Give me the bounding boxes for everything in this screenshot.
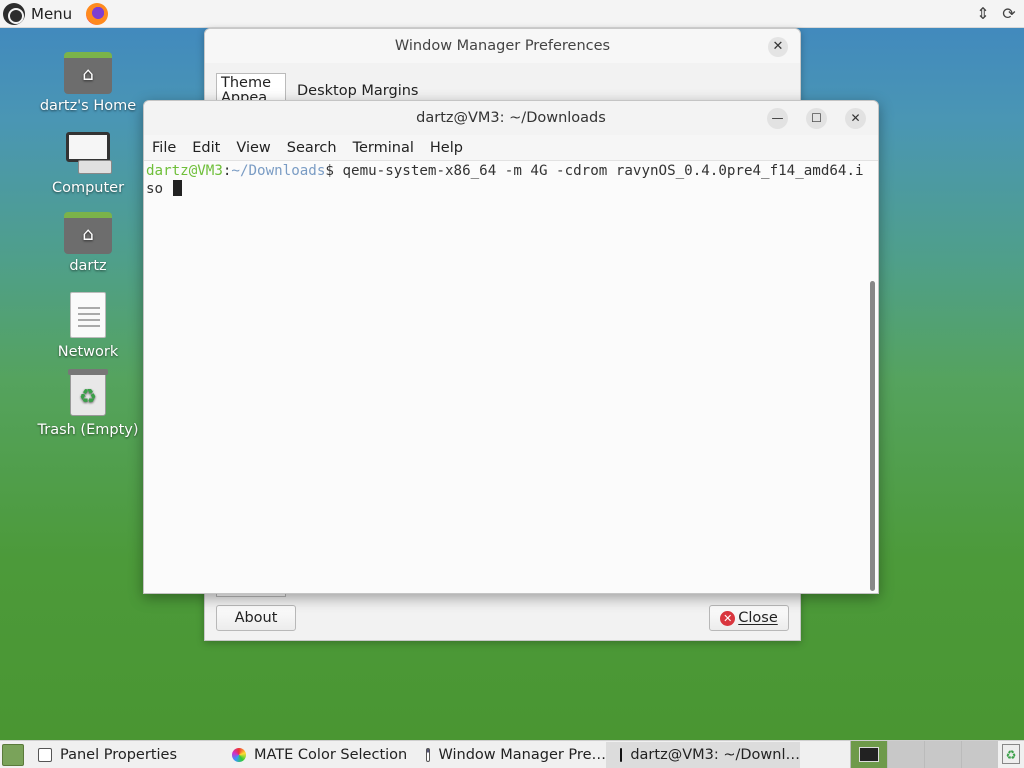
task-panel-properties[interactable]: Panel Properties bbox=[24, 742, 218, 768]
menu-button[interactable]: Menu bbox=[31, 5, 72, 23]
menu-terminal[interactable]: Terminal bbox=[353, 140, 414, 156]
color-selection-icon bbox=[232, 747, 246, 762]
trash-applet-icon[interactable]: ♻ bbox=[1002, 744, 1020, 764]
tab-desktop-margins[interactable]: Desktop Margins bbox=[297, 83, 419, 99]
update-icon[interactable]: ⟳ bbox=[1000, 4, 1018, 24]
task-label: MATE Color Selection bbox=[254, 746, 408, 763]
prompt-dollar: $ bbox=[325, 163, 343, 179]
workspace-switcher bbox=[850, 741, 998, 768]
home-folder-icon: ⌂ bbox=[64, 212, 112, 254]
terminal-menubar: File Edit View Search Terminal Help bbox=[144, 135, 878, 161]
terminal-window: dartz@VM3: ~/Downloads — ☐ ✕ File Edit V… bbox=[143, 100, 879, 594]
desktop-icon-computer[interactable]: Computer bbox=[28, 132, 148, 196]
firefox-icon[interactable] bbox=[86, 2, 109, 25]
prompt-path: ~/Downloads bbox=[231, 163, 326, 179]
workspace-1[interactable] bbox=[850, 741, 887, 768]
about-button[interactable]: About bbox=[216, 605, 296, 631]
tab-theme[interactable]: Theme Appea… bbox=[216, 73, 286, 103]
task-mate-color-selection[interactable]: MATE Color Selection bbox=[218, 742, 412, 768]
desktop-icon-dartz[interactable]: ⌂ dartz bbox=[28, 212, 148, 274]
menu-edit[interactable]: Edit bbox=[192, 140, 220, 156]
close-icon[interactable]: ✕ bbox=[845, 108, 866, 129]
menu-help[interactable]: Help bbox=[430, 140, 463, 156]
close-circle-icon: ✕ bbox=[720, 610, 736, 626]
desktop-icon-home[interactable]: ⌂ dartz's Home bbox=[28, 52, 148, 114]
mate-menu-icon[interactable] bbox=[3, 2, 25, 25]
task-label: Panel Properties bbox=[60, 746, 178, 763]
menu-view[interactable]: View bbox=[236, 140, 270, 156]
close-button-label: Close bbox=[738, 610, 778, 626]
desktop-icon-trash[interactable]: ♻ Trash (Empty) bbox=[28, 369, 148, 438]
network-icon[interactable]: ⇕ bbox=[974, 4, 992, 24]
maximize-icon[interactable]: ☐ bbox=[806, 108, 827, 129]
menu-search[interactable]: Search bbox=[287, 140, 337, 156]
desktop-icon-label: Network bbox=[57, 344, 119, 360]
task-label: dartz@VM3: ~/Downl… bbox=[630, 746, 800, 763]
desktop-icon-label: dartz bbox=[69, 258, 107, 274]
menu-file[interactable]: File bbox=[152, 140, 176, 156]
task-window-manager-preferences[interactable]: Window Manager Pre… bbox=[412, 742, 606, 768]
terminal-icon bbox=[620, 747, 623, 762]
desktop-icon-label: dartz's Home bbox=[39, 98, 137, 114]
panel-properties-icon bbox=[38, 747, 52, 762]
terminal-output[interactable]: dartz@VM3:~/Downloads$ qemu-system-x86_6… bbox=[144, 161, 866, 593]
show-desktop-icon[interactable] bbox=[2, 743, 24, 766]
network-document-icon bbox=[70, 292, 106, 338]
top-panel: Menu ⇕ ⟳ bbox=[0, 0, 1024, 28]
computer-icon bbox=[64, 132, 112, 176]
close-icon[interactable]: ✕ bbox=[768, 37, 788, 57]
close-button[interactable]: ✕ Close bbox=[709, 605, 789, 631]
workspace-3[interactable] bbox=[924, 741, 961, 768]
task-terminal[interactable]: dartz@VM3: ~/Downl… bbox=[606, 741, 800, 768]
window-title: Window Manager Preferences bbox=[205, 29, 800, 63]
text-cursor bbox=[172, 180, 182, 196]
task-label: Window Manager Pre… bbox=[438, 746, 606, 763]
home-folder-icon: ⌂ bbox=[64, 52, 112, 94]
window-manager-icon bbox=[426, 747, 431, 762]
desktop-icon-label: Computer bbox=[51, 180, 125, 196]
desktop-icon-label: Trash (Empty) bbox=[37, 422, 139, 438]
workspace-4[interactable] bbox=[961, 741, 998, 768]
bottom-panel: Panel Properties MATE Color Selection Wi… bbox=[0, 740, 1024, 768]
desktop-icon-network[interactable]: Network bbox=[28, 292, 148, 360]
trash-icon: ♻ bbox=[68, 369, 108, 416]
minimize-icon[interactable]: — bbox=[767, 108, 788, 129]
scrollbar[interactable] bbox=[870, 281, 875, 591]
workspace-2[interactable] bbox=[887, 741, 924, 768]
prompt-user: dartz@VM3 bbox=[146, 163, 223, 179]
